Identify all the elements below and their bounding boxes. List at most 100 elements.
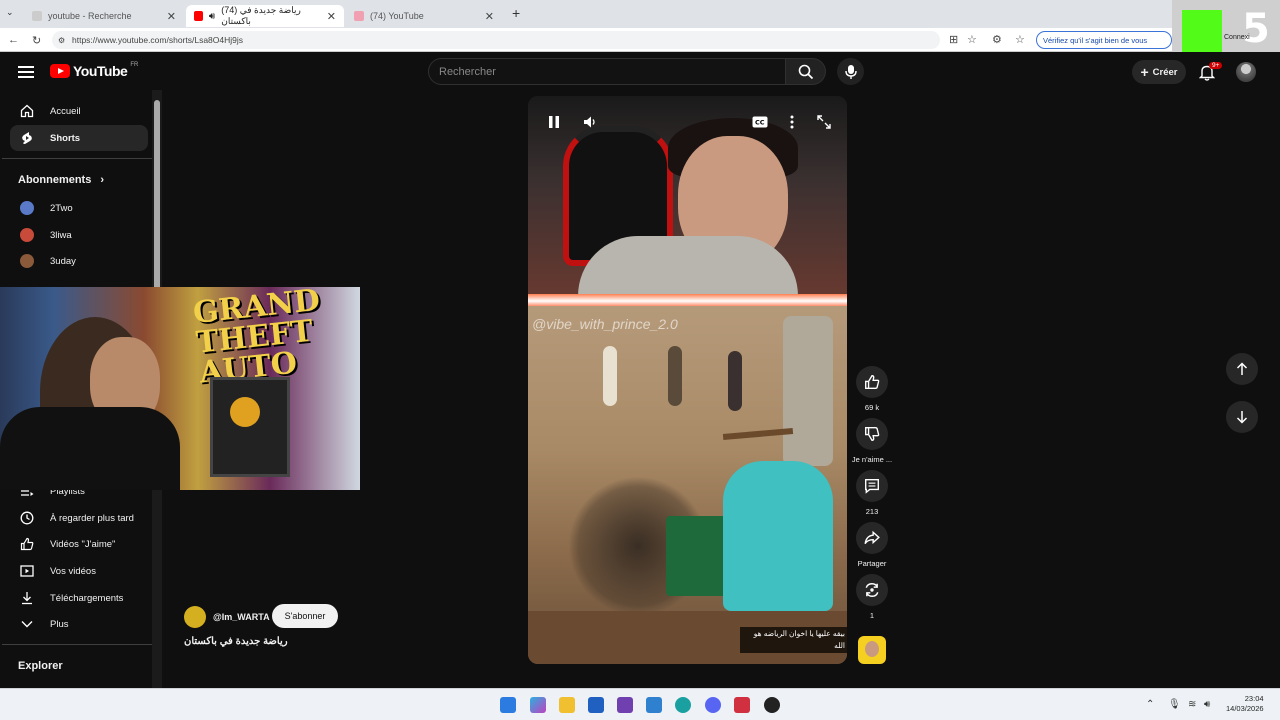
browser-tab-bar: ⌄ youtube - Recherche ✕ 🔊︎ (74) رياضة جد… — [0, 0, 1280, 28]
batsman-figure — [783, 316, 833, 466]
vertical-dots-icon — [790, 115, 794, 129]
new-tab-plus-icon[interactable]: + — [512, 5, 520, 21]
like-count: 69 k — [864, 403, 880, 412]
tray-chevron-icon[interactable]: ⌃ — [1146, 699, 1154, 710]
sidebar-item-label: Vos vidéos — [50, 565, 96, 577]
voice-search-button[interactable] — [837, 58, 864, 85]
speaker-icon[interactable]: 🔊︎ — [209, 11, 215, 22]
tab-active-short[interactable]: 🔊︎ (74) رياضة جديدة في باكستان ✕ — [186, 5, 344, 27]
svg-text:CC: CC — [755, 119, 765, 127]
copilot-icon[interactable] — [530, 697, 546, 713]
address-bar: ← ↻ ⚙ https://www.youtube.com/shorts/Lsa… — [0, 28, 1280, 52]
app-icon[interactable] — [588, 697, 604, 713]
youtube-tab-icon — [194, 11, 203, 21]
close-tab-icon[interactable]: ✕ — [485, 10, 494, 23]
back-arrow-icon[interactable]: ← — [8, 34, 19, 46]
fullscreen-button[interactable] — [814, 112, 834, 132]
share-icon — [864, 530, 880, 545]
channel-avatar — [20, 201, 34, 215]
tab-search[interactable]: youtube - Recherche ✕ — [24, 5, 184, 27]
channel-handle[interactable]: @Im_WARTA — [213, 612, 270, 622]
tab-list-chevron-icon[interactable]: ⌄ — [6, 7, 14, 18]
sidebar-item-label: À regarder plus tard — [50, 512, 134, 524]
sidebar-item-home[interactable]: Accueil — [10, 98, 148, 124]
microphone-tray-icon[interactable]: 🎙︎ — [1168, 699, 1181, 710]
notification-badge: 9+ — [1209, 62, 1223, 69]
like-button[interactable] — [856, 366, 888, 398]
video-watermark: @vibe_with_prince_2.0 — [532, 316, 678, 332]
sidebar-item-downloads[interactable]: Téléchargements — [10, 585, 148, 611]
app-icon[interactable] — [734, 697, 750, 713]
discord-icon[interactable] — [705, 697, 721, 713]
url-field[interactable]: ⚙ https://www.youtube.com/shorts/Lsa8O4H… — [52, 31, 940, 49]
app-icon[interactable] — [617, 697, 633, 713]
extensions-icon[interactable]: ⚙ — [992, 33, 1002, 46]
tab-youtube[interactable]: (74) YouTube ✕ — [346, 5, 502, 27]
player-figure — [668, 346, 682, 406]
obs-icon[interactable] — [764, 697, 780, 713]
close-tab-icon[interactable]: ✕ — [167, 10, 176, 23]
sidebar-item-subscription[interactable]: 2Two — [10, 195, 148, 221]
previous-short-button[interactable] — [1226, 353, 1258, 385]
windows-start-icon[interactable] — [500, 697, 516, 713]
verify-identity-banner[interactable]: Vérifiez qu'il s'agit bien de vous — [1036, 31, 1172, 49]
subscribe-button[interactable]: S'abonner — [272, 604, 338, 628]
thumbs-down-icon — [865, 427, 880, 441]
menu-icon[interactable] — [18, 66, 34, 78]
file-explorer-icon[interactable] — [559, 697, 575, 713]
thumbs-up-icon — [865, 375, 880, 389]
site-info-icon[interactable]: ⚙ — [58, 36, 65, 45]
pc-screen-glow — [230, 397, 260, 427]
sidebar-item-more[interactable]: Plus — [10, 611, 148, 637]
sidebar-item-your-videos[interactable]: Vos vidéos — [10, 558, 148, 584]
volume-tray-icon[interactable]: 🔊︎ — [1204, 699, 1210, 710]
man-in-blue — [723, 461, 833, 611]
favorite-star-icon[interactable]: ☆ — [967, 33, 977, 46]
scrollbar-thumb[interactable] — [154, 100, 160, 300]
search-button[interactable] — [786, 58, 826, 85]
sidebar-item-watch-later[interactable]: À regarder plus tard — [10, 505, 148, 531]
close-tab-icon[interactable]: ✕ — [327, 10, 336, 23]
gta-poster: GRAND THEFT AUTO — [191, 287, 322, 391]
more-options-button[interactable] — [782, 112, 802, 132]
sidebar-item-subscription[interactable]: 3liwa — [10, 222, 148, 248]
remix-button[interactable] — [856, 574, 888, 606]
channel-avatar[interactable] — [184, 606, 206, 628]
plus-icon: + — [1140, 64, 1149, 80]
streamer-webcam-overlay: GRAND THEFT AUTO — [0, 287, 360, 490]
favorites-icon[interactable]: ☆ — [1015, 33, 1025, 46]
channel-thumbnail[interactable] — [858, 636, 886, 664]
account-avatar[interactable] — [1236, 62, 1256, 82]
sidebar-item-liked-videos[interactable]: Vidéos "J'aime" — [10, 531, 148, 557]
reload-icon[interactable]: ↻ — [32, 34, 41, 47]
search-input[interactable]: Rechercher — [428, 58, 786, 85]
pause-button[interactable] — [544, 112, 564, 132]
cc-icon: CC — [752, 116, 768, 128]
video-scene — [528, 306, 847, 664]
thumbs-up-icon — [20, 537, 34, 551]
next-short-button[interactable] — [1226, 401, 1258, 433]
volume-button[interactable] — [580, 112, 600, 132]
app-icon[interactable] — [646, 697, 662, 713]
sidebar-item-subscription[interactable]: 3uday — [10, 248, 148, 274]
comments-button[interactable] — [856, 470, 888, 502]
arrow-up-icon — [1236, 362, 1248, 375]
subscriptions-title[interactable]: Abonnements › — [18, 174, 104, 186]
short-video-player[interactable]: @vibe_with_prince_2.0 CC بيقه عليها يا ا… — [528, 96, 847, 664]
wifi-icon[interactable]: ≋ — [1188, 699, 1196, 710]
youtube-logo[interactable]: YouTube FR — [50, 62, 138, 79]
divider — [2, 644, 152, 645]
sidebar-item-label: Vidéos "J'aime" — [50, 538, 116, 550]
create-button[interactable]: + Créer — [1132, 60, 1186, 84]
sidebar-item-shorts[interactable]: Shorts — [10, 125, 148, 151]
edge-browser-icon[interactable] — [675, 697, 691, 713]
system-clock[interactable]: 23:04 14/03/2026 — [1226, 694, 1264, 714]
verify-text: Vérifiez qu'il s'agit bien de vous — [1043, 35, 1148, 45]
captions-button[interactable]: CC — [750, 112, 770, 132]
explore-title: Explorer — [18, 660, 63, 672]
reader-view-icon[interactable]: ⊞ — [949, 33, 958, 46]
video-icon — [20, 564, 34, 578]
share-button[interactable] — [856, 522, 888, 554]
dislike-button[interactable] — [856, 418, 888, 450]
tab-label: (74) رياضة جديدة في باكستان — [221, 5, 301, 26]
